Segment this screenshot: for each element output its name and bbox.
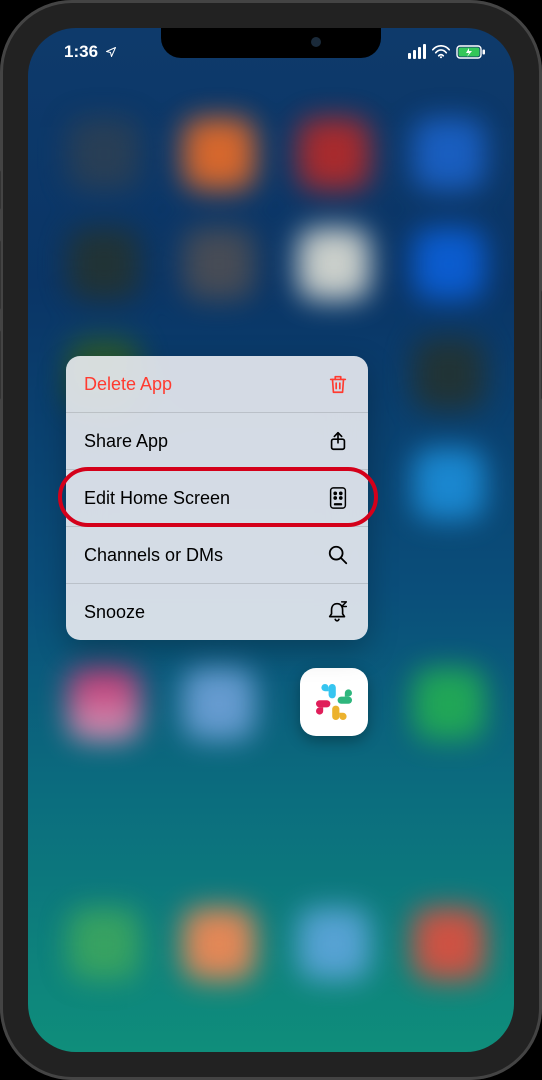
status-right	[408, 44, 486, 59]
screen: 1:36 Delete App	[28, 28, 514, 1052]
location-icon	[105, 46, 117, 58]
volume-up-button	[0, 240, 1, 310]
menu-item-label: Delete App	[84, 374, 172, 395]
context-menu: Delete App Share App Edit Home Screen Ch…	[66, 356, 368, 640]
edit-home-screen-item[interactable]: Edit Home Screen	[66, 470, 368, 527]
cellular-signal-icon	[408, 44, 426, 59]
wifi-icon	[432, 45, 450, 59]
search-icon	[326, 543, 350, 567]
menu-item-label: Channels or DMs	[84, 545, 223, 566]
menu-item-label: Snooze	[84, 602, 145, 623]
device-frame: 1:36 Delete App	[0, 0, 542, 1080]
status-time: 1:36	[64, 42, 117, 62]
channels-dms-item[interactable]: Channels or DMs	[66, 527, 368, 584]
slack-logo-icon	[312, 680, 355, 723]
share-icon	[326, 429, 350, 453]
share-app-item[interactable]: Share App	[66, 413, 368, 470]
battery-charging-icon	[456, 45, 486, 59]
delete-app-item[interactable]: Delete App	[66, 356, 368, 413]
home-grid-icon	[326, 486, 350, 510]
bell-snooze-icon	[326, 600, 350, 624]
snooze-item[interactable]: Snooze	[66, 584, 368, 640]
slack-app-icon[interactable]	[300, 668, 368, 736]
trash-icon	[326, 372, 350, 396]
volume-down-button	[0, 330, 1, 400]
mute-switch	[0, 170, 1, 210]
status-bar: 1:36	[28, 38, 514, 68]
menu-item-label: Edit Home Screen	[84, 488, 230, 509]
menu-item-label: Share App	[84, 431, 168, 452]
